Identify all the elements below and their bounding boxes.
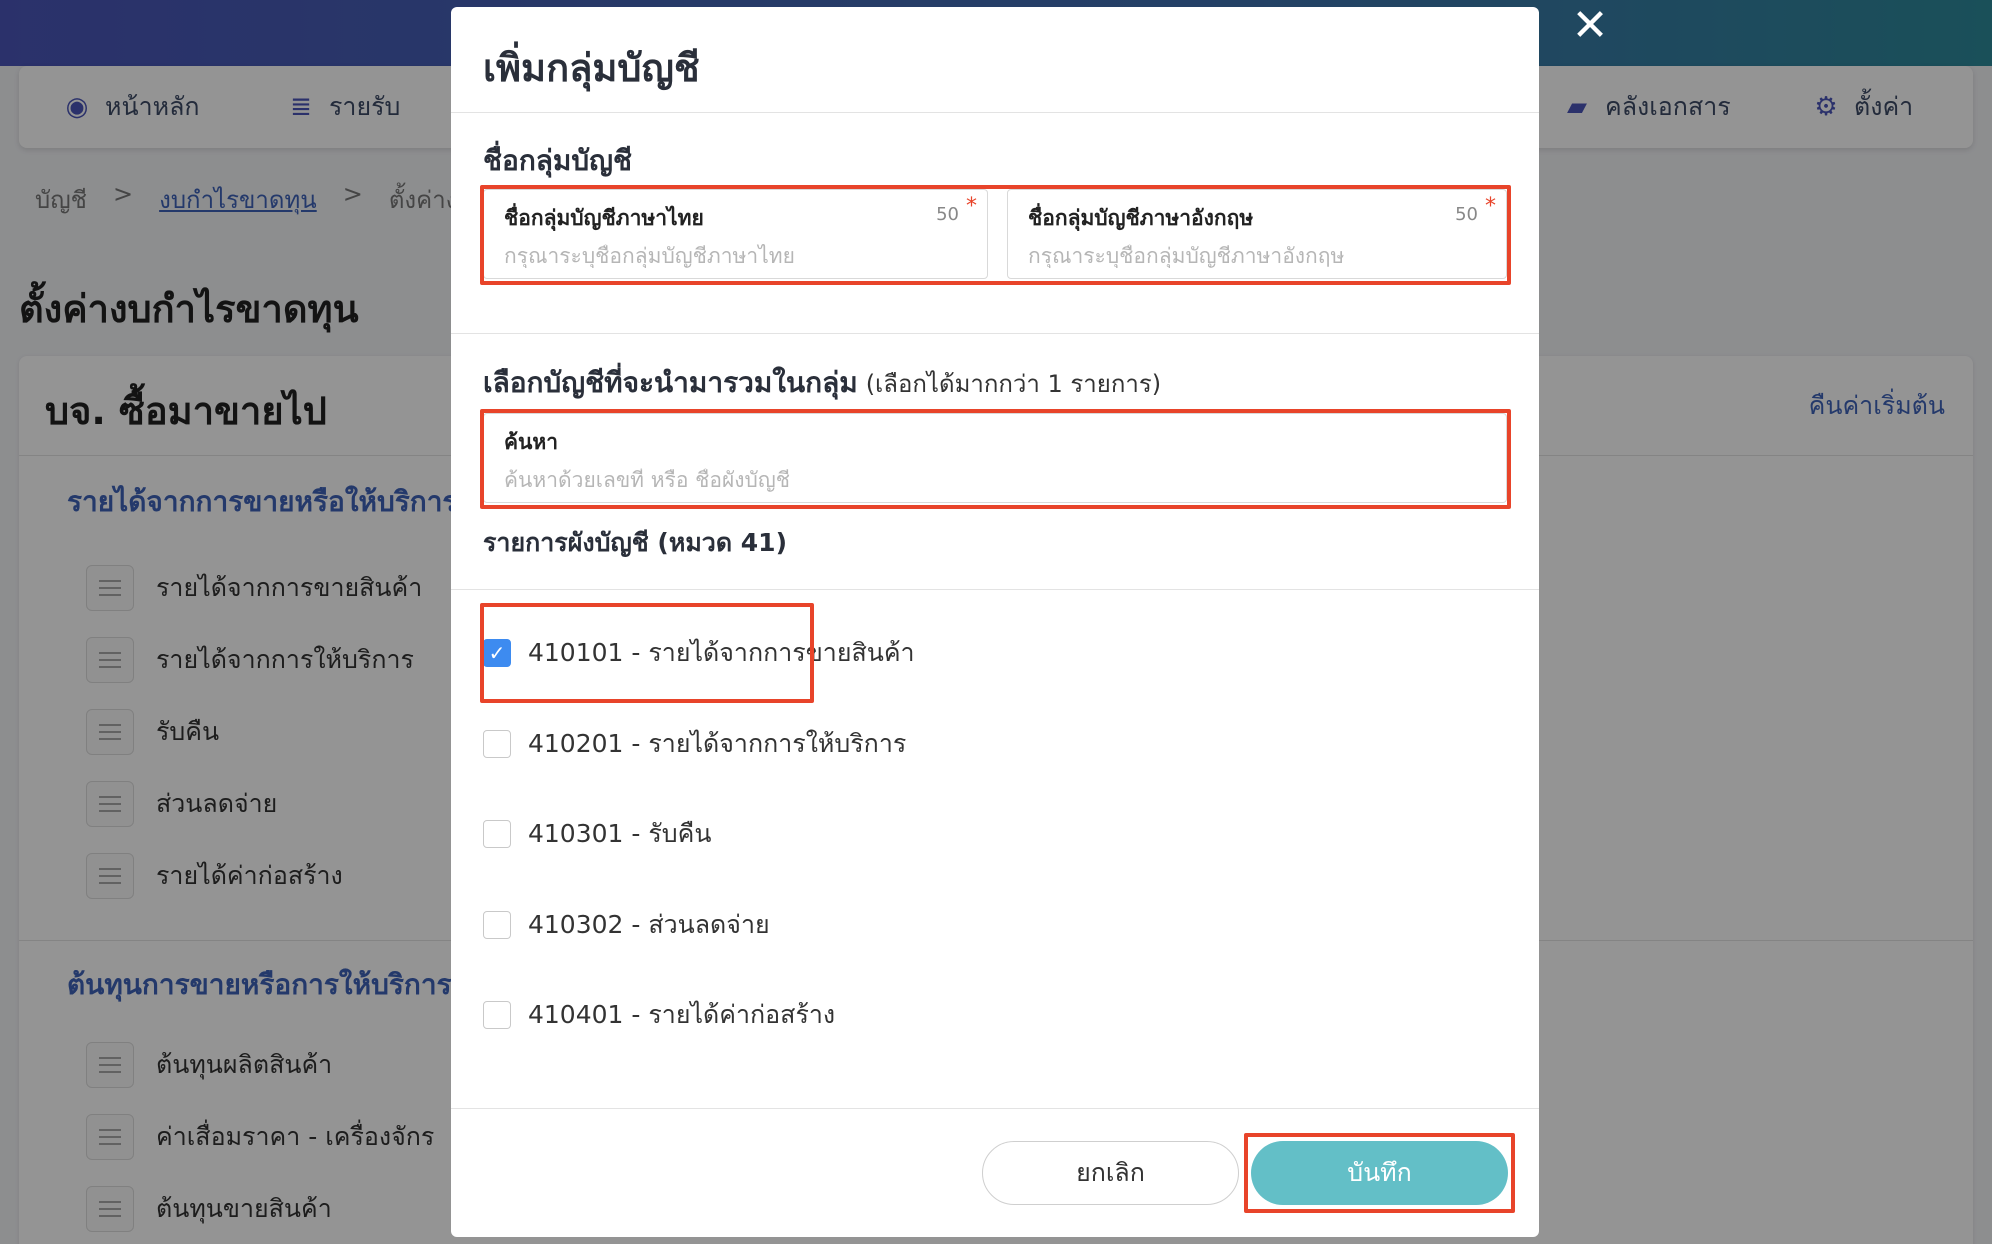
- account-option-label: 410201 - รายได้จากการให้บริการ: [528, 729, 907, 758]
- divider: [451, 112, 1539, 113]
- checkbox[interactable]: [483, 911, 511, 939]
- account-option-label: 410301 - รับคืน: [528, 819, 712, 848]
- thai-name-field[interactable]: ชื่อกลุ่มบัญชีภาษาไทย 50 *: [483, 189, 988, 279]
- account-option[interactable]: 410201 - รายได้จากการให้บริการ: [483, 714, 906, 774]
- close-icon[interactable]: ✕: [1568, 4, 1612, 48]
- account-list-title: รายการผังบัญชี (หมวด 41): [483, 528, 787, 557]
- account-option-label: 410302 - ส่วนลดจ่าย: [528, 910, 770, 939]
- select-accounts-hint: (เลือกได้มากกว่า 1 รายการ): [865, 370, 1162, 398]
- checkbox[interactable]: [483, 730, 511, 758]
- select-accounts-label: เลือกบัญชีที่จะนำมารวมในกลุ่ม (เลือกได้มา…: [483, 361, 1161, 405]
- account-option[interactable]: 410401 - รายได้ค่าก่อสร้าง: [483, 985, 835, 1045]
- account-option-label: 410401 - รายได้ค่าก่อสร้าง: [528, 1000, 836, 1029]
- search-label: ค้นหา: [504, 430, 559, 454]
- account-option-label: 410101 - รายได้จากการขายสินค้า: [528, 638, 915, 667]
- char-limit: 50: [1455, 204, 1478, 225]
- save-button[interactable]: บันทึก: [1251, 1141, 1508, 1205]
- dialog-title: เพิ่มกลุ่มบัญชี: [483, 46, 700, 90]
- checkbox[interactable]: [483, 820, 511, 848]
- checkbox-checked[interactable]: ✓: [483, 639, 511, 667]
- account-option[interactable]: 410301 - รับคืน: [483, 804, 711, 864]
- divider: [451, 1108, 1539, 1109]
- search-field[interactable]: ค้นหา: [483, 413, 1507, 503]
- cancel-button[interactable]: ยกเลิก: [982, 1141, 1239, 1205]
- thai-name-input[interactable]: [504, 244, 967, 268]
- required-marker: *: [1485, 194, 1496, 219]
- english-name-label: ชื่อกลุ่มบัญชีภาษาอังกฤษ: [1028, 206, 1254, 230]
- select-accounts-text: เลือกบัญชีที่จะนำมารวมในกลุ่ม: [483, 366, 858, 399]
- required-marker: *: [966, 194, 977, 219]
- account-option[interactable]: 410302 - ส่วนลดจ่าย: [483, 895, 770, 955]
- divider: [451, 589, 1539, 590]
- divider: [451, 333, 1539, 334]
- char-limit: 50: [936, 204, 959, 225]
- search-input[interactable]: [504, 468, 1486, 492]
- account-option[interactable]: ✓ 410101 - รายได้จากการขายสินค้า: [483, 623, 915, 683]
- add-account-group-dialog: เพิ่มกลุ่มบัญชี ชื่อกลุ่มบัญชี ชื่อกลุ่ม…: [451, 7, 1539, 1237]
- group-name-label: ชื่อกลุ่มบัญชี: [483, 144, 633, 177]
- thai-name-label: ชื่อกลุ่มบัญชีภาษาไทย: [504, 206, 704, 230]
- checkbox[interactable]: [483, 1001, 511, 1029]
- english-name-input[interactable]: [1028, 244, 1486, 268]
- english-name-field[interactable]: ชื่อกลุ่มบัญชีภาษาอังกฤษ 50 *: [1007, 189, 1507, 279]
